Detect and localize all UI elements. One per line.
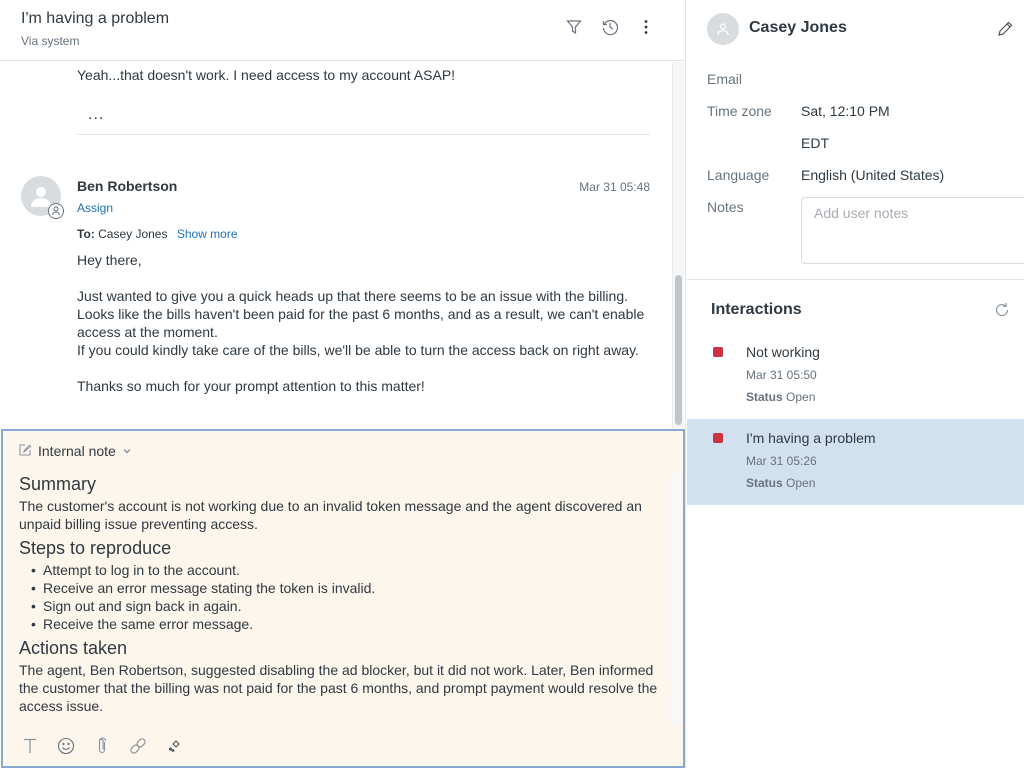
interaction-status: Status Open bbox=[746, 390, 815, 404]
editor-scrollbar[interactable] bbox=[669, 473, 681, 725]
ticket-conversation-pane: I'm having a problem Via system Yeah...t… bbox=[0, 0, 686, 768]
step-item: Receive an error message stating the tok… bbox=[29, 579, 659, 597]
status-value: Open bbox=[786, 390, 816, 404]
notes-label: Notes bbox=[707, 199, 744, 215]
message-divider bbox=[77, 134, 650, 135]
note-content[interactable]: Summary The customer's account is not wo… bbox=[19, 473, 659, 719]
interaction-status: Status Open bbox=[746, 476, 815, 490]
step-item: Receive the same error message. bbox=[29, 615, 659, 633]
interaction-item-selected[interactable]: I'm having a problem Mar 31 05:26 Status… bbox=[687, 419, 1024, 505]
user-notes-input[interactable]: Add user notes bbox=[801, 197, 1024, 264]
recipient-name: Casey Jones bbox=[98, 227, 168, 241]
refresh-icon[interactable] bbox=[994, 302, 1012, 320]
ai-sparkle-icon[interactable] bbox=[165, 737, 183, 755]
email-label: Email bbox=[707, 71, 743, 87]
recipient-row: To: Casey Jones Show more bbox=[77, 227, 238, 241]
user-avatar bbox=[707, 13, 739, 45]
link-icon[interactable] bbox=[129, 737, 147, 755]
summary-heading: Summary bbox=[19, 474, 97, 494]
interaction-name: Not working bbox=[746, 344, 820, 360]
timezone-label: Time zone bbox=[707, 103, 772, 119]
status-open-icon bbox=[713, 347, 723, 357]
summary-text: The customer's account is not working du… bbox=[19, 498, 642, 532]
step-item: Sign out and sign back in again. bbox=[29, 597, 659, 615]
show-more-link[interactable]: Show more bbox=[177, 227, 238, 241]
interaction-time: Mar 31 05:50 bbox=[746, 368, 817, 382]
pencil-edit-icon[interactable] bbox=[996, 20, 1014, 38]
customer-context-pane: Casey Jones Email Time zone Sat, 12:10 P… bbox=[687, 0, 1024, 768]
interaction-item[interactable]: Not working Mar 31 05:50 Status Open bbox=[687, 333, 1024, 419]
editor-toolbar bbox=[21, 737, 183, 755]
ticket-channel: Via system bbox=[21, 34, 80, 48]
previous-message-text: Yeah...that doesn't work. I need access … bbox=[77, 67, 456, 83]
language-label: Language bbox=[707, 167, 770, 183]
user-name: Casey Jones bbox=[749, 19, 847, 36]
message-paragraph: Just wanted to give you a quick heads up… bbox=[77, 288, 645, 358]
steps-list: Attempt to log in to the account. Receiv… bbox=[29, 561, 659, 633]
expand-thread-button[interactable]: ... bbox=[88, 106, 104, 124]
filter-icon[interactable] bbox=[565, 18, 583, 36]
interactions-title: Interactions bbox=[711, 301, 802, 318]
emoji-icon[interactable] bbox=[57, 737, 75, 755]
status-open-icon bbox=[713, 433, 723, 443]
ticket-title: I'm having a problem bbox=[21, 10, 170, 27]
assign-link[interactable]: Assign bbox=[77, 201, 113, 215]
note-type-label: Internal note bbox=[38, 443, 116, 459]
history-icon[interactable] bbox=[601, 18, 619, 36]
to-label: To: bbox=[77, 227, 95, 241]
sender-name: Ben Robertson bbox=[77, 178, 178, 194]
timezone-value: Sat, 12:10 PM bbox=[801, 103, 890, 119]
note-edit-icon bbox=[19, 443, 32, 459]
message-timestamp: Mar 31 05:48 bbox=[579, 180, 650, 194]
chevron-down-icon bbox=[122, 443, 132, 459]
more-vertical-icon[interactable] bbox=[637, 18, 655, 36]
text-format-icon[interactable] bbox=[21, 737, 39, 755]
actions-heading: Actions taken bbox=[19, 638, 128, 658]
agent-badge-icon bbox=[48, 203, 64, 219]
message-paragraph: Thanks so much for your prompt attention… bbox=[77, 378, 425, 394]
interaction-name: I'm having a problem bbox=[746, 430, 876, 446]
status-value: Open bbox=[786, 476, 816, 490]
timezone-abbrev: EDT bbox=[801, 135, 829, 151]
thread-scrollbar-thumb[interactable] bbox=[675, 275, 682, 425]
section-divider bbox=[687, 279, 1024, 280]
note-type-dropdown[interactable]: Internal note bbox=[19, 443, 132, 459]
internal-note-editor[interactable]: Internal note Summary The customer's acc… bbox=[1, 429, 685, 768]
message-body: Hey there, Just wanted to give you a qui… bbox=[77, 251, 657, 413]
message-paragraph: Hey there, bbox=[77, 252, 142, 268]
attachment-icon[interactable] bbox=[93, 737, 111, 755]
actions-text: The agent, Ben Robertson, suggested disa… bbox=[19, 662, 658, 714]
interaction-time: Mar 31 05:26 bbox=[746, 454, 817, 468]
ticket-header: I'm having a problem Via system bbox=[0, 0, 685, 61]
steps-heading: Steps to reproduce bbox=[19, 538, 172, 558]
step-item: Attempt to log in to the account. bbox=[29, 561, 659, 579]
status-label: Status bbox=[746, 390, 783, 404]
language-value: English (United States) bbox=[801, 167, 945, 183]
status-label: Status bbox=[746, 476, 783, 490]
conversation-thread: Yeah...that doesn't work. I need access … bbox=[0, 62, 685, 428]
